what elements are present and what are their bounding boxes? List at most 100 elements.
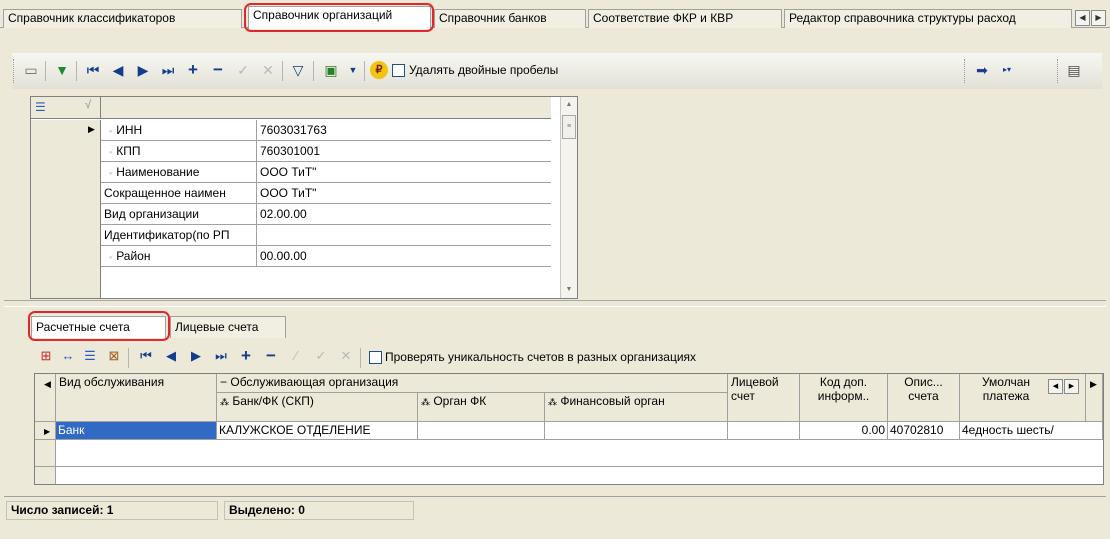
- tab-scroll-buttons: ◀ ▶: [1074, 9, 1108, 26]
- field-row-org-type[interactable]: Вид организации 02.00.00: [31, 204, 551, 225]
- header-fin-organ[interactable]: ⁂ Финансовый орган: [545, 393, 728, 422]
- header-service-type[interactable]: Вид обслуживания: [56, 374, 217, 422]
- main-toolbar: ▭ ▼ ⏮ ◀ ▶ ⏭ + − ✓ ✕ ▽ ▣ ▼ ₽ Удалять двой…: [12, 53, 1102, 89]
- columns-icon[interactable]: ☰: [80, 346, 100, 366]
- cancel-icon[interactable]: ✕: [258, 60, 278, 80]
- panel-splitter[interactable]: [4, 300, 1106, 307]
- cell-organ-fk[interactable]: [418, 422, 545, 440]
- header-organ-fk[interactable]: ⁂ Орган ФК: [418, 393, 545, 422]
- scroll-right-icon[interactable]: ▶: [1091, 10, 1106, 26]
- accounts-grid: ◀ Вид обслуживания − Обслуживающая орган…: [34, 373, 1104, 485]
- toolbar-separator: [364, 61, 365, 81]
- green-down-arrow-icon[interactable]: ▼: [52, 60, 72, 80]
- cancel-icon[interactable]: ✕: [336, 346, 356, 366]
- filter-icon[interactable]: ▽: [288, 60, 308, 80]
- field-name: Сокращенное наимен: [101, 183, 257, 204]
- cell-fin-organ[interactable]: [545, 422, 728, 440]
- field-value-org-type[interactable]: 02.00.00: [257, 204, 551, 225]
- field-row-district[interactable]: ◦ Район 00.00.00: [31, 246, 551, 267]
- header-servicing-org-label: Обслуживающая организация: [230, 375, 399, 389]
- tab-settlement-accounts[interactable]: Расчетные счета: [31, 316, 166, 338]
- scroll-right-icon[interactable]: ▶: [1064, 379, 1079, 394]
- last-record-icon[interactable]: ⏭: [158, 60, 178, 80]
- field-value-identifier[interactable]: [257, 225, 551, 246]
- organization-detail-grid: ☰ √ ▶ ◦ ИНН 7603031763 ◦ КПП 760301001 ◦ На…: [30, 96, 578, 299]
- field-name: Идентификатор(по РП: [101, 225, 257, 246]
- check-unique-checkbox[interactable]: [369, 351, 382, 364]
- toolbar-separator: [128, 348, 129, 368]
- add-record-icon[interactable]: +: [183, 60, 203, 80]
- paste-icon[interactable]: ▤: [1064, 60, 1084, 80]
- ruble-icon[interactable]: ₽: [370, 61, 388, 79]
- field-value-inn[interactable]: 7603031763: [257, 120, 551, 141]
- expand-right-icon[interactable]: ▶: [1090, 377, 1097, 391]
- copy-record-icon[interactable]: ▭: [21, 60, 41, 80]
- tab-expense-structure-editor[interactable]: Редактор справочника структуры расход: [784, 9, 1072, 28]
- tab-banks[interactable]: Справочник банков: [434, 9, 586, 28]
- export-dropdown-icon[interactable]: ▼: [343, 60, 363, 80]
- confirm-icon[interactable]: ✓: [311, 346, 331, 366]
- prev-record-icon[interactable]: ◀: [108, 60, 128, 80]
- field-name: КПП: [116, 144, 141, 158]
- confirm-icon[interactable]: ✓: [233, 60, 253, 80]
- detail-grid-scrollbar[interactable]: ▲ ≡ ▼: [560, 97, 577, 298]
- tab-fkr-kvr[interactable]: Соответствие ФКР и КВР: [588, 9, 782, 28]
- cell-bank-fk[interactable]: КАЛУЖСКОЕ ОТДЕЛЕНИЕ: [217, 422, 418, 440]
- edit-icon[interactable]: ∕: [286, 346, 306, 366]
- field-row-name[interactable]: ◦ Наименование ООО ТиТ": [31, 162, 551, 183]
- next-record-icon[interactable]: ▶: [133, 60, 153, 80]
- field-value-short-name[interactable]: ООО ТиТ": [257, 183, 551, 204]
- field-row-inn[interactable]: ▶ ◦ ИНН 7603031763: [31, 120, 551, 141]
- exit-icon[interactable]: ➡: [972, 60, 992, 80]
- header-organ-fk-label: Орган ФК: [433, 394, 487, 408]
- collapse-left-icon[interactable]: ◀: [44, 377, 51, 391]
- export-icon[interactable]: ▣: [321, 60, 341, 80]
- field-row-short-name[interactable]: Сокращенное наимен ООО ТиТ": [31, 183, 551, 204]
- scroll-left-icon[interactable]: ◀: [1075, 10, 1090, 26]
- cell-add-info-code[interactable]: 0.00: [800, 422, 888, 440]
- tab-personal-accounts[interactable]: Лицевые счета: [170, 316, 286, 338]
- header-bank-fk[interactable]: ⁂ Банк/ФК (СКП): [217, 393, 418, 422]
- scrollbar-thumb[interactable]: ≡: [562, 115, 576, 139]
- required-dot-icon: ◦: [109, 252, 113, 262]
- first-record-icon[interactable]: ⏮: [136, 346, 156, 366]
- delete-record-icon[interactable]: −: [261, 346, 281, 366]
- collapse-group-icon[interactable]: −: [220, 375, 227, 389]
- cell-service-type[interactable]: Банк: [56, 422, 217, 440]
- add-linked-icon[interactable]: ⊞: [36, 346, 56, 366]
- toolbar-grip: [1057, 59, 1060, 83]
- cell-default-payment[interactable]: 4едность шесть/: [960, 422, 1103, 440]
- header-personal-account[interactable]: Лицевой счет: [728, 374, 800, 422]
- last-record-icon[interactable]: ⏭: [211, 346, 231, 366]
- header-servicing-org-group[interactable]: − Обслуживающая организация: [217, 374, 728, 393]
- remove-double-spaces-checkbox[interactable]: [392, 64, 405, 77]
- scroll-left-icon[interactable]: ◀: [1048, 379, 1063, 394]
- filter-by-selection-icon[interactable]: ⊠: [104, 346, 124, 366]
- add-record-icon[interactable]: +: [236, 346, 256, 366]
- header-add-info-code[interactable]: Код доп. информ..: [800, 374, 888, 422]
- delete-record-icon[interactable]: −: [208, 60, 228, 80]
- field-value-name[interactable]: ООО ТиТ": [257, 162, 551, 183]
- header-bank-fk-label: Банк/ФК (СКП): [232, 394, 314, 408]
- header-account-desc[interactable]: Опис... счета: [888, 374, 960, 422]
- cell-account-desc[interactable]: 40702810: [888, 422, 960, 440]
- toolbar-separator: [282, 61, 283, 81]
- scroll-down-icon[interactable]: ▼: [562, 284, 576, 296]
- field-value-kpp[interactable]: 760301001: [257, 141, 551, 162]
- field-row-kpp[interactable]: ◦ КПП 760301001: [31, 141, 551, 162]
- swap-icon[interactable]: ↔: [58, 346, 78, 366]
- cell-personal-account[interactable]: [728, 422, 800, 440]
- tab-organizations[interactable]: Справочник организаций: [248, 6, 431, 29]
- field-value-district[interactable]: 00.00.00: [257, 246, 551, 267]
- header-expand-right[interactable]: ▶: [1086, 374, 1103, 422]
- field-name: Район: [116, 249, 151, 263]
- column-chooser-icon[interactable]: ☰: [35, 100, 46, 114]
- prev-record-icon[interactable]: ◀: [161, 346, 181, 366]
- first-record-icon[interactable]: ⏮: [83, 60, 103, 80]
- scroll-up-icon[interactable]: ▲: [562, 99, 576, 111]
- next-record-icon[interactable]: ▶: [186, 346, 206, 366]
- more-options-icon[interactable]: ▸▾: [997, 60, 1017, 80]
- tab-classifiers[interactable]: Справочник классификаторов: [3, 9, 242, 28]
- field-row-identifier[interactable]: Идентификатор(по РП: [31, 225, 551, 246]
- accounts-grid-corner: ◀: [35, 374, 56, 422]
